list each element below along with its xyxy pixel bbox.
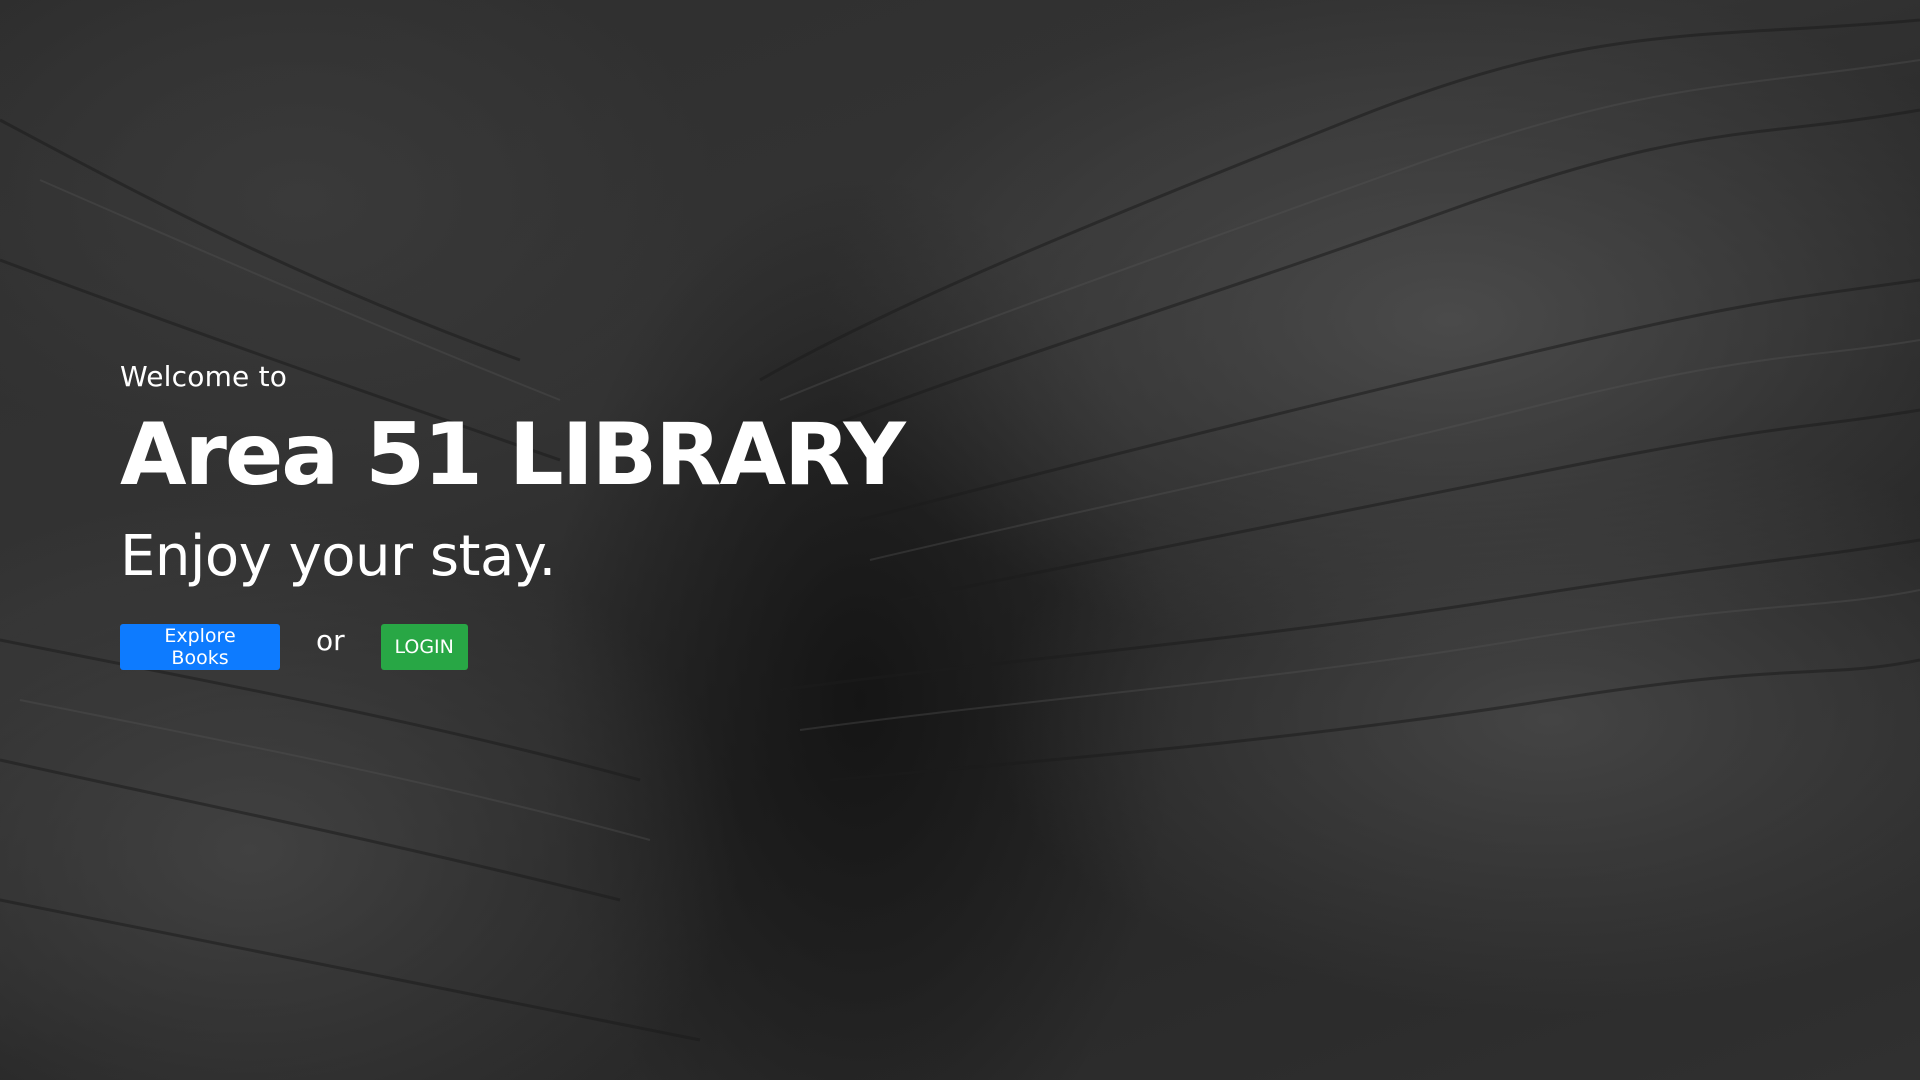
hero-actions: Explore Books or LOGIN <box>120 623 1120 670</box>
hero-section: Welcome to Area 51 LIBRARY Enjoy your st… <box>120 360 1120 670</box>
login-button[interactable]: LOGIN <box>380 623 468 670</box>
explore-books-button[interactable]: Explore Books <box>120 623 280 670</box>
page-title: Area 51 LIBRARY <box>120 404 906 505</box>
welcome-text: Welcome to <box>120 360 288 393</box>
or-separator: or <box>316 624 345 658</box>
tagline: Enjoy your stay. <box>120 524 556 590</box>
